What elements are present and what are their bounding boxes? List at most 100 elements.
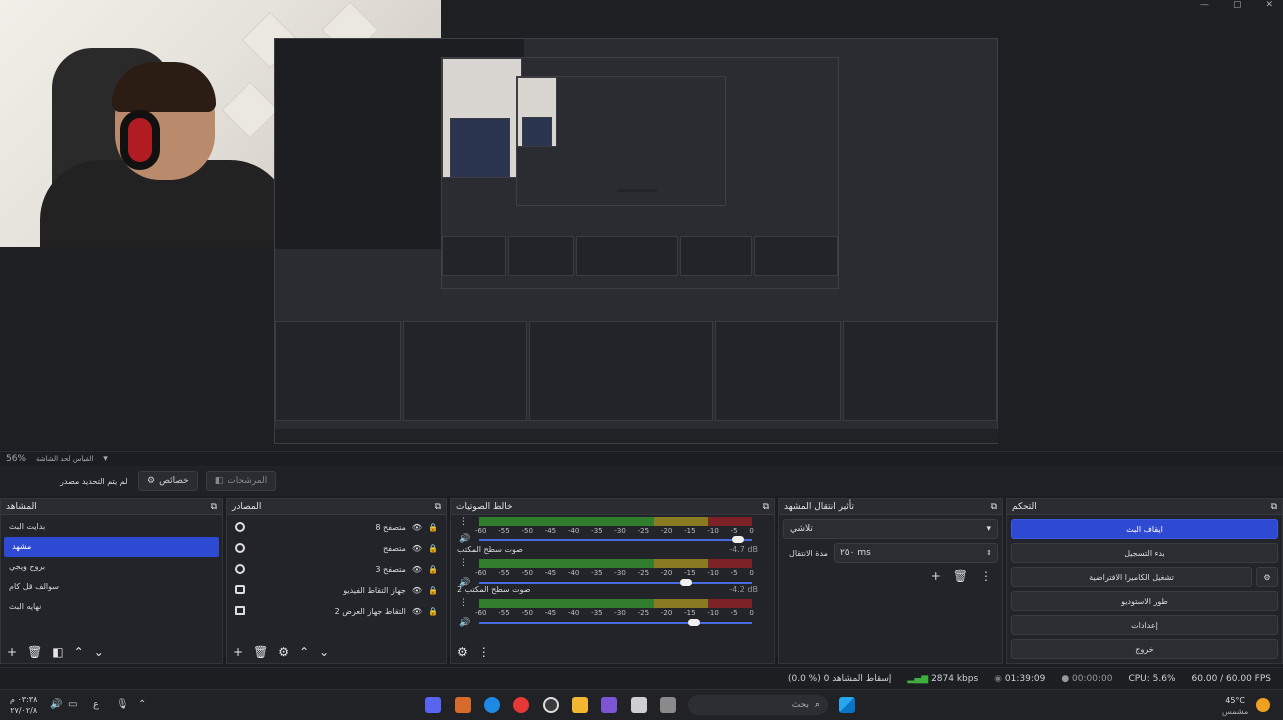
arrow-down-icon[interactable]: ⌄ [319, 645, 329, 659]
more-vertical-icon[interactable]: ⋮ [459, 598, 468, 608]
arrow-down-icon[interactable]: ⌄ [94, 645, 104, 659]
chevron-down-icon[interactable]: ▾ [103, 454, 108, 464]
more-vertical-icon[interactable]: ⋮ [478, 645, 490, 659]
more-vertical-icon[interactable]: ⋮ [980, 569, 992, 583]
undock-icon[interactable]: ⧉ [435, 502, 441, 512]
eye-icon[interactable]: 👁 [412, 544, 422, 553]
add-icon[interactable]: + [233, 645, 243, 659]
display-icon[interactable]: ▭ [68, 699, 77, 710]
maximize-icon[interactable]: ▢ [1233, 0, 1242, 14]
volume-icon[interactable]: 🔊 [50, 699, 62, 710]
start-recording-button[interactable]: بدء التسجيل [1011, 543, 1278, 563]
tick-label: -20 [660, 569, 673, 577]
eye-icon[interactable]: 👁 [412, 565, 422, 574]
tick-label: -50 [521, 527, 533, 535]
speaker-icon[interactable]: 🔊 [459, 618, 470, 628]
transition-select[interactable]: تلاشي ▾ [783, 519, 998, 539]
scene-item[interactable]: سوالف قل كام [1, 577, 222, 597]
speaker-icon[interactable]: 🔊 [459, 534, 470, 544]
eye-icon[interactable]: 👁 [412, 607, 422, 616]
preview-canvas[interactable]: — ▢ ✕ [0, 0, 1283, 450]
chrome-icon[interactable] [513, 697, 529, 713]
task-view-icon[interactable] [660, 697, 676, 713]
edge-icon[interactable] [484, 697, 500, 713]
filters-button[interactable]: ◧ المرشحات [205, 471, 277, 491]
virtual-camera-button[interactable]: تشغيل الكاميرا الافتراضية [1011, 567, 1252, 587]
close-icon[interactable]: ✕ [1265, 0, 1273, 14]
volume-slider[interactable] [479, 619, 752, 626]
undock-icon[interactable]: ⧉ [211, 502, 217, 512]
exit-button[interactable]: خروج [1011, 639, 1278, 659]
scene-item[interactable]: بدايت البث [1, 517, 222, 537]
more-vertical-icon[interactable]: ⋮ [459, 558, 468, 568]
tick-label: -45 [544, 527, 557, 535]
trash-icon[interactable]: 🗑 [953, 569, 968, 583]
app-a-icon[interactable] [455, 697, 471, 713]
tick-label: -55 [498, 609, 510, 617]
undock-icon[interactable]: ⧉ [763, 502, 769, 512]
lock-icon[interactable]: 🔒 [428, 586, 438, 595]
file-explorer-icon[interactable] [572, 697, 588, 713]
settings-button[interactable]: إعدادات [1011, 615, 1278, 635]
lock-icon[interactable]: 🔒 [428, 565, 438, 574]
duration-spinbox[interactable]: ٢٥٠ ms ⇕ [833, 543, 998, 563]
record-time: 00:00:00 [1072, 673, 1113, 684]
scene-item[interactable]: نهايه البث [1, 597, 222, 617]
lock-icon[interactable]: 🔒 [428, 544, 438, 553]
undock-icon[interactable]: ⧉ [1271, 502, 1277, 512]
volume-slider[interactable] [479, 536, 752, 543]
eye-icon[interactable]: 👁 [412, 586, 422, 595]
arrow-up-icon[interactable]: ⌃ [299, 645, 309, 659]
zoom-level[interactable]: 56% [6, 454, 26, 464]
discord-icon[interactable] [425, 697, 441, 713]
undock-icon[interactable]: ⧉ [991, 502, 997, 512]
source-item[interactable]: متصفح 👁 🔒 [227, 538, 446, 559]
trash-icon[interactable]: 🗑 [27, 645, 42, 659]
gear-icon[interactable]: ⚙ [278, 645, 289, 659]
microphone-icon[interactable]: 🎙 [116, 699, 129, 710]
scene-item[interactable]: بروح ويجي [1, 557, 222, 577]
source-item[interactable]: التقاط جهاز العرض 2 👁 🔒 [227, 601, 446, 622]
obs-icon[interactable] [543, 697, 559, 713]
transition-dock: تأثير انتقال المشهد ⧉ تلاشي ▾ مدة الانتق… [778, 498, 1003, 664]
gear-icon[interactable]: ⚙ [457, 645, 468, 659]
weather-widget[interactable]: 45°C مشمس [1222, 695, 1248, 717]
cpu-usage: CPU: 5.6% [1128, 673, 1176, 684]
taskbar-search[interactable]: بحث ⌕ [688, 695, 828, 715]
spin-arrows-icon[interactable]: ⇕ [986, 549, 992, 557]
volume-slider[interactable] [479, 579, 752, 586]
stop-stream-button[interactable]: ايقاف البث [1011, 519, 1278, 539]
window-controls[interactable]: — ▢ ✕ [1200, 0, 1273, 14]
lock-icon[interactable]: 🔒 [428, 607, 438, 616]
properties-button[interactable]: ⚙ خصائص [138, 471, 198, 491]
trash-icon[interactable]: 🗑 [253, 645, 268, 659]
add-icon[interactable]: + [7, 645, 17, 659]
source-item[interactable]: جهاز التقاط الفيديو 👁 🔒 [227, 580, 446, 601]
windows-start-icon[interactable] [839, 697, 855, 713]
copilot-icon[interactable] [601, 697, 617, 713]
minimize-icon[interactable]: — [1200, 0, 1209, 14]
clock[interactable]: ٠٣:٣٨ م ٢٧/٠٢/٨ [10, 694, 37, 716]
gear-icon[interactable]: ⚙ [1256, 567, 1278, 587]
scale-mode[interactable]: القياس لحد الشاشة [36, 455, 93, 463]
studio-mode-button[interactable]: طور الاستوديو [1011, 591, 1278, 611]
chevron-up-icon[interactable]: ⌃ [138, 699, 146, 710]
arrow-up-icon[interactable]: ⌃ [74, 645, 84, 659]
level-meter [479, 517, 752, 526]
volume-knob[interactable] [688, 619, 701, 626]
eye-icon[interactable]: 👁 [412, 523, 422, 532]
more-vertical-icon[interactable]: ⋮ [459, 517, 468, 527]
add-icon[interactable]: + [931, 569, 941, 583]
filter-icon[interactable]: ◧ [52, 645, 63, 659]
lock-icon[interactable]: 🔒 [428, 523, 438, 532]
scene-item[interactable]: مشهد [4, 537, 219, 557]
store-icon[interactable] [631, 697, 647, 713]
language-indicator[interactable]: ع [93, 699, 99, 710]
dropped-frames: (0.0 %) إسقاط المشاهد 0 [788, 673, 892, 684]
tick-label: 0 [749, 569, 754, 577]
source-item[interactable]: متصفح 8 👁 🔒 [227, 517, 446, 538]
chevron-down-icon: ▾ [986, 524, 991, 534]
tick-label: -55 [498, 527, 510, 535]
source-item[interactable]: متصفح 3 👁 🔒 [227, 559, 446, 580]
volume-knob[interactable] [731, 536, 744, 543]
